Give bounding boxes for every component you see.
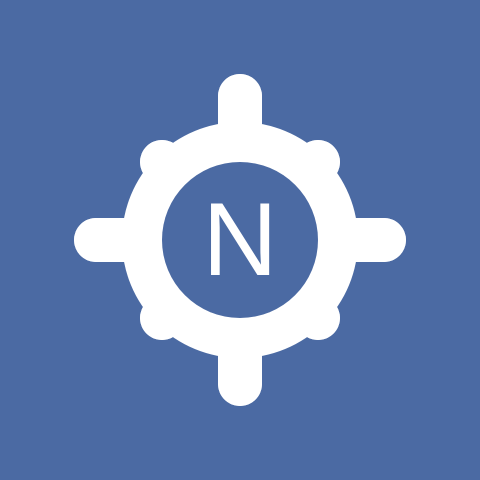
logo-letter: N [202,182,278,298]
app-icon: N [0,0,480,480]
